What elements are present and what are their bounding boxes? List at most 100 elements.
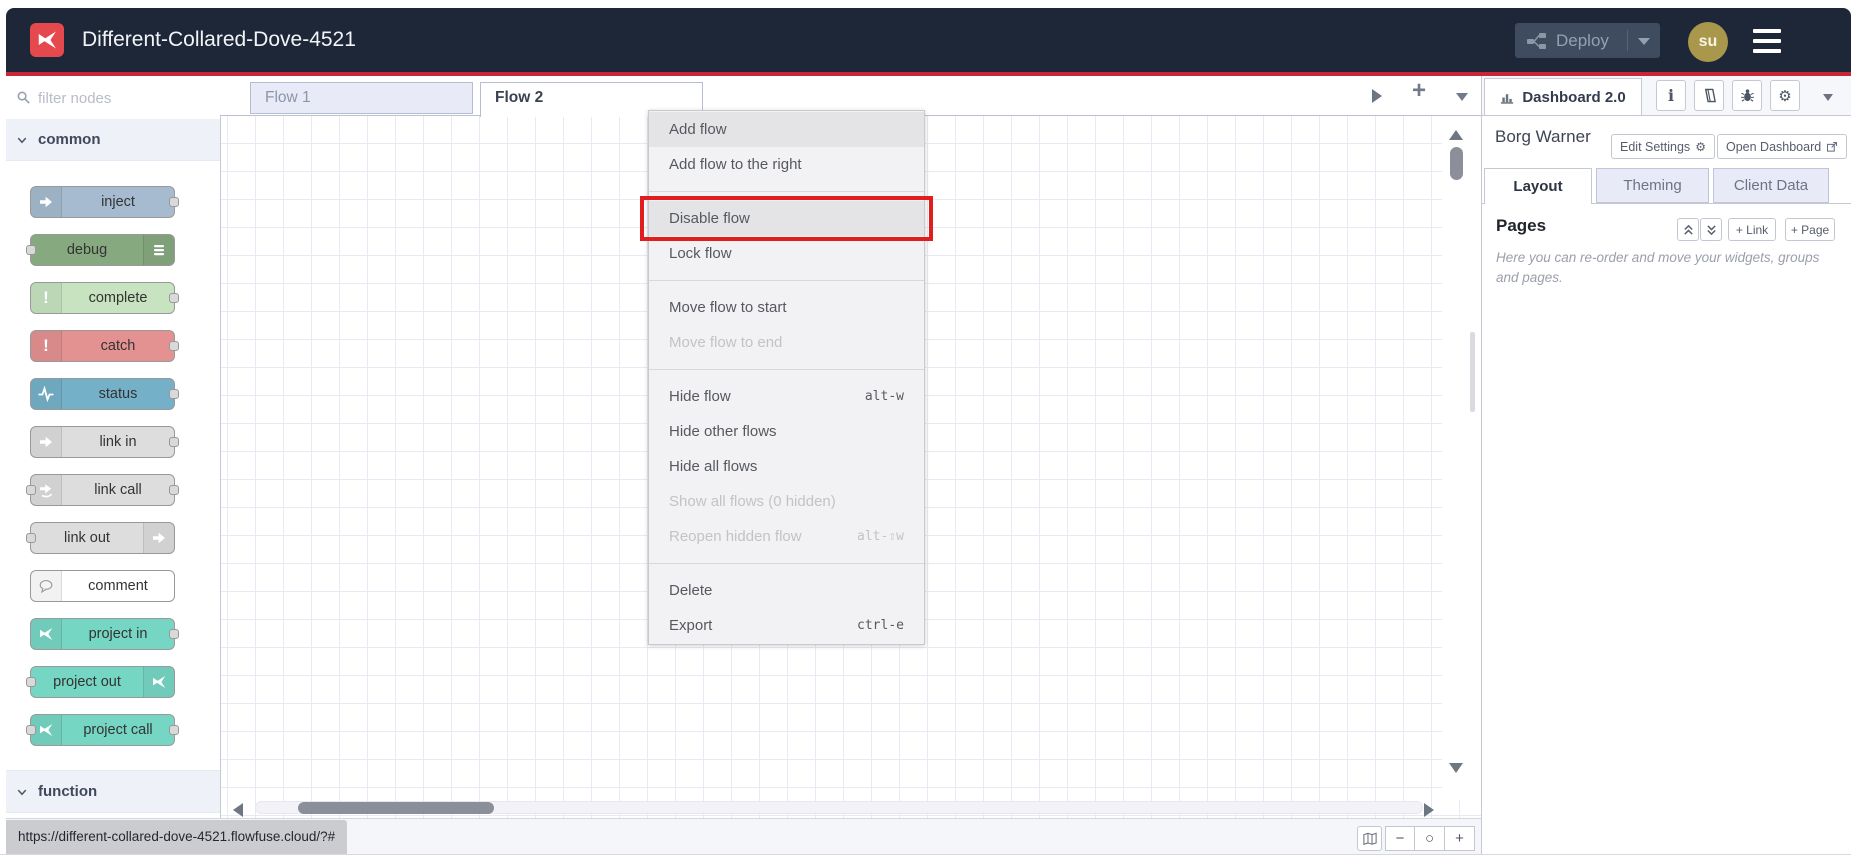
menu-separator — [649, 563, 924, 564]
sidebar-tab-layout[interactable]: Layout — [1484, 168, 1592, 204]
user-avatar[interactable]: su — [1688, 22, 1728, 62]
palette-section-common[interactable]: common — [6, 119, 220, 161]
next-tab-icon[interactable] — [1372, 89, 1382, 103]
menu-item-hide-all-flows[interactable]: Hide all flows — [649, 449, 924, 484]
add-flow-icon[interactable]: + — [1412, 77, 1426, 105]
sidebar-tab-theming[interactable]: Theming — [1596, 168, 1709, 203]
deploy-button[interactable]: Deploy — [1515, 23, 1660, 58]
vscroll-up-icon[interactable] — [1449, 130, 1463, 140]
palette-node-link-in[interactable]: link in — [30, 426, 179, 458]
palette-node-catch[interactable]: ! catch — [30, 330, 179, 362]
info-button[interactable]: i — [1656, 80, 1686, 111]
palette-node-label: catch — [100, 338, 136, 354]
node-port-right — [169, 389, 179, 399]
palette-node-complete[interactable]: ! complete — [30, 282, 179, 314]
header: Different-Collared-Dove-4521 Deploy su — [6, 8, 1851, 76]
book-icon — [1702, 88, 1717, 103]
add-link-button[interactable]: + Link — [1728, 218, 1776, 241]
palette-node-comment[interactable]: comment — [30, 570, 175, 602]
node-port-left — [26, 725, 36, 735]
palette-node-label: project call — [83, 722, 153, 738]
menu-item-label: Hide other flows — [669, 423, 777, 440]
double-chevron-up-icon — [1683, 224, 1693, 235]
flow-context-menu: Add flow Add flow to the right Disable flo… — [640, 110, 933, 645]
palette-node-label: inject — [101, 194, 135, 210]
menu-item-label: Show all flows (0 hidden) — [669, 493, 836, 510]
palette-node-project-in[interactable]: project in — [30, 618, 179, 650]
palette-search — [6, 76, 220, 120]
hscroll-left-icon[interactable] — [233, 803, 243, 817]
menu-item-hide-flow[interactable]: Hide flow alt-w — [649, 379, 924, 414]
zoom-reset-button[interactable]: ○ — [1415, 826, 1445, 851]
zoom-in-button[interactable]: + — [1445, 826, 1475, 851]
filter-nodes-input[interactable] — [36, 80, 200, 116]
navigator-map-button[interactable] — [1357, 826, 1382, 851]
menu-separator — [649, 280, 924, 281]
zoom-controls: − ○ + — [1385, 826, 1475, 851]
menu-item-export[interactable]: Export ctrl-e — [649, 608, 924, 643]
sidebar-tab-dashboard[interactable]: Dashboard 2.0 — [1484, 78, 1642, 115]
palette-node-debug[interactable]: debug — [26, 234, 175, 266]
menu-item-label: Add flow — [669, 121, 727, 138]
move-down-button[interactable] — [1700, 218, 1722, 241]
menu-shortcut: alt-w — [864, 389, 904, 404]
flowfuse-icon — [143, 667, 174, 697]
debug-button[interactable] — [1732, 80, 1762, 111]
panel-scrollbar-thumb[interactable] — [1470, 332, 1475, 412]
vscroll-thumb[interactable] — [1450, 147, 1463, 180]
palette-node-inject[interactable]: inject — [30, 186, 179, 218]
map-icon — [1362, 832, 1377, 845]
menu-item-lock-flow[interactable]: Lock flow — [649, 236, 924, 271]
move-up-button[interactable] — [1677, 218, 1699, 241]
edit-settings-button[interactable]: Edit Settings ⚙ — [1611, 134, 1715, 159]
double-chevron-down-icon — [1706, 224, 1716, 235]
node-port-right — [169, 437, 179, 447]
open-dashboard-button[interactable]: Open Dashboard — [1717, 134, 1848, 159]
deploy-icon — [1527, 32, 1547, 49]
sidebar-tab-client-data[interactable]: Client Data — [1713, 168, 1829, 203]
external-link-icon — [1826, 141, 1838, 153]
link-arrow-icon — [143, 523, 174, 553]
menu-item-delete[interactable]: Delete — [649, 573, 924, 608]
bug-icon — [1740, 88, 1755, 103]
palette-node-project-out[interactable]: project out — [26, 666, 175, 698]
bar-chart-icon — [1500, 90, 1515, 105]
canvas-right-margin — [1442, 115, 1481, 800]
menu-item-label: Hide flow — [669, 388, 731, 405]
hscroll-thumb[interactable] — [298, 802, 494, 814]
menu-item-move-flow-to-start[interactable]: Move flow to start — [649, 290, 924, 325]
sidebar-menu-chevron-icon[interactable] — [1823, 94, 1833, 101]
palette-node-label: link in — [99, 434, 137, 450]
menu-item-disable-flow[interactable]: Disable flow — [649, 201, 924, 236]
palette-node-link-call[interactable]: link call — [26, 474, 179, 506]
dashboard-project-name: Borg Warner — [1495, 127, 1591, 146]
docs-button[interactable] — [1694, 80, 1724, 111]
config-button[interactable]: ⚙ — [1770, 80, 1800, 111]
palette-section-function[interactable]: function — [6, 770, 220, 813]
info-icon: i — [1667, 86, 1675, 105]
hscroll-right-icon[interactable] — [1424, 803, 1434, 817]
node-port-left — [26, 245, 36, 255]
palette-node-label: comment — [88, 578, 148, 594]
main-menu-hamburger-icon[interactable] — [1753, 29, 1781, 53]
palette-node-link-out[interactable]: link out — [26, 522, 175, 554]
node-port-right — [169, 293, 179, 303]
palette-node-project-call[interactable]: project call — [26, 714, 179, 746]
menu-item-add-flow[interactable]: Add flow — [649, 112, 924, 147]
menu-item-label: Reopen hidden flow — [669, 528, 802, 545]
pages-description: Here you can re-order and move your widg… — [1496, 250, 1820, 285]
zoom-out-button[interactable]: − — [1385, 826, 1415, 851]
node-port-left — [26, 533, 36, 543]
add-page-button[interactable]: + Page — [1785, 218, 1835, 241]
menu-item-reopen-hidden-flow: Reopen hidden flow alt-⇧w — [649, 519, 924, 554]
flow-list-chevron-icon[interactable] — [1456, 93, 1468, 101]
menu-item-add-flow-to-the-right[interactable]: Add flow to the right — [649, 147, 924, 182]
vscroll-down-icon[interactable] — [1449, 763, 1463, 773]
palette-node-status[interactable]: status — [30, 378, 179, 410]
node-port-right — [169, 485, 179, 495]
flow-tab-flow-1[interactable]: Flow 1 — [250, 82, 473, 114]
deploy-chevron-down-icon[interactable] — [1638, 38, 1650, 45]
menu-item-hide-other-flows[interactable]: Hide other flows — [649, 414, 924, 449]
menu-item-show-all-flows-0-hidden: Show all flows (0 hidden) — [649, 484, 924, 519]
menu-item-label: Move flow to start — [669, 299, 787, 316]
